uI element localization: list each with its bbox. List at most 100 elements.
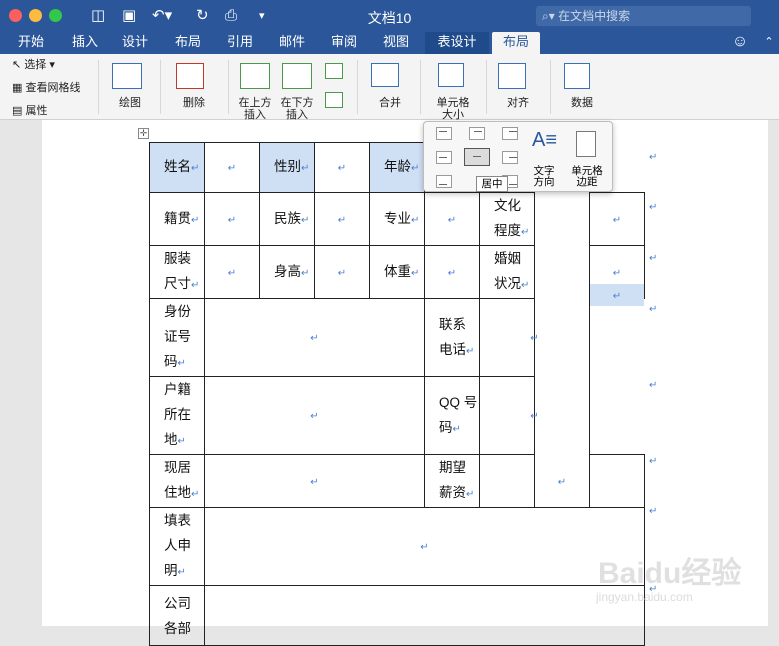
cell-size-icon[interactable] xyxy=(438,63,464,87)
text-direction-icon[interactable]: A≡ xyxy=(532,130,557,150)
native-value-cell[interactable]: ↵ xyxy=(204,192,260,246)
tab-view[interactable]: 视图 xyxy=(373,32,419,54)
hukou-value-cell[interactable]: ↵ xyxy=(204,376,425,455)
properties-button[interactable]: ▤ 属性 xyxy=(12,105,47,117)
age-label[interactable]: 年龄↵ xyxy=(369,142,425,193)
tab-table-design[interactable]: 表设计 xyxy=(425,32,489,54)
weight-label[interactable]: 体重↵ xyxy=(369,245,425,299)
applicant-label[interactable]: 填表人申明↵ xyxy=(149,507,205,586)
id-value-cell[interactable]: ↵ xyxy=(204,298,425,377)
row-end-mark: ↵ xyxy=(649,456,658,467)
delete-button[interactable]: 删除 xyxy=(172,97,216,109)
gender-value-cell[interactable]: ↵ xyxy=(314,142,370,193)
dept-value-cell[interactable] xyxy=(204,585,645,646)
insert-below-icon[interactable] xyxy=(282,63,312,89)
qq-label[interactable]: QQ 号码↵ xyxy=(424,376,480,455)
major-label[interactable]: 专业↵ xyxy=(369,192,425,246)
application-form-table: 姓名↵ ↵ 性别↵ ↵ 年龄↵ 籍贯↵ ↵ 民族↵ ↵ 专业↵ ↵ 文化程度↵ … xyxy=(149,142,645,646)
align-top-left-icon[interactable] xyxy=(436,127,452,140)
search-placeholder: 在文档中搜索 xyxy=(558,9,631,23)
education-value-cell[interactable]: ↵ xyxy=(589,192,645,246)
insert-right-icon[interactable] xyxy=(325,92,343,108)
collapse-ribbon-icon[interactable]: ⌃ xyxy=(762,32,776,54)
align-top-center-icon[interactable] xyxy=(469,127,485,140)
height-value-cell[interactable]: ↵ xyxy=(314,245,370,299)
row-end-mark: ↵ xyxy=(649,253,658,264)
draw-table-icon[interactable] xyxy=(112,63,142,89)
row-end-mark: ↵ xyxy=(649,380,658,391)
native-label[interactable]: 籍贯↵ xyxy=(149,192,205,246)
tab-mailings[interactable]: 邮件 xyxy=(269,32,315,54)
tab-references[interactable]: 引用 xyxy=(217,32,263,54)
align-center-icon[interactable] xyxy=(464,148,490,166)
delete-table-icon[interactable] xyxy=(176,63,204,89)
divider xyxy=(420,60,421,114)
phone-label[interactable]: 联系电话↵ xyxy=(424,298,480,377)
name-label[interactable]: 姓名↵ xyxy=(149,142,205,193)
education-label[interactable]: 文化程度↵ xyxy=(479,192,535,246)
cell-margins-icon[interactable] xyxy=(576,131,596,157)
selected-cell-highlight: ↵ xyxy=(590,284,644,306)
align-bottom-left-icon[interactable] xyxy=(436,175,452,188)
select-button[interactable]: ↖ 选择 ▾ xyxy=(12,59,55,71)
tab-home[interactable]: 开始 xyxy=(8,32,54,54)
draw-button[interactable]: 绘图 xyxy=(108,97,152,109)
watermark-url: jingyan.baidu.com xyxy=(596,590,693,604)
salary-label[interactable]: 期望薪资↵ xyxy=(424,454,480,508)
data-button[interactable]: 数据 xyxy=(560,97,604,109)
align-middle-right-icon[interactable] xyxy=(502,151,518,164)
salary-value-cell[interactable]: ↵ xyxy=(479,454,645,508)
watermark-logo: Baidu经验 xyxy=(598,557,742,590)
insert-left-icon[interactable] xyxy=(325,63,343,79)
divider xyxy=(160,60,161,114)
smiley-feedback-icon[interactable]: ☺ xyxy=(728,32,752,54)
text-direction-button[interactable]: 文字方向 xyxy=(529,166,559,188)
table-move-handle-icon[interactable]: ✛ xyxy=(138,128,149,139)
name-value-cell[interactable]: ↵ xyxy=(204,142,260,193)
hukou-label[interactable]: 户籍所在地↵ xyxy=(149,376,205,455)
search-input[interactable]: ⌕▾ 在文档中搜索 xyxy=(536,6,751,26)
qq-value-cell[interactable]: ↵ xyxy=(479,376,590,455)
row-end-mark: ↵ xyxy=(649,506,658,517)
left-gutter xyxy=(0,120,42,626)
insert-above-icon[interactable] xyxy=(240,63,270,89)
insert-below-button[interactable]: 在下方插入 xyxy=(276,97,318,121)
size-label[interactable]: 服装尺寸↵ xyxy=(149,245,205,299)
weight-value-cell[interactable]: ↵ xyxy=(424,245,480,299)
align-button[interactable]: 对齐 xyxy=(496,97,540,109)
ethnic-label[interactable]: 民族↵ xyxy=(259,192,315,246)
ethnic-value-cell[interactable]: ↵ xyxy=(314,192,370,246)
insert-above-button[interactable]: 在上方插入 xyxy=(234,97,276,121)
height-label[interactable]: 身高↵ xyxy=(259,245,315,299)
alignment-popup: 居中 A≡ 文字方向 单元格边距 xyxy=(423,121,613,192)
align-middle-left-icon[interactable] xyxy=(436,151,452,164)
data-icon[interactable] xyxy=(564,63,590,89)
tab-review[interactable]: 审阅 xyxy=(321,32,367,54)
major-value-cell[interactable]: ↵ xyxy=(424,192,480,246)
address-label[interactable]: 现居住地↵ xyxy=(149,454,205,508)
align-icon[interactable] xyxy=(498,63,526,89)
align-top-right-icon[interactable] xyxy=(502,127,518,140)
tab-layout[interactable]: 布局 xyxy=(165,32,211,54)
row-end-mark: ↵ xyxy=(649,202,658,213)
tab-table-layout[interactable]: 布局 xyxy=(492,32,540,54)
tab-design[interactable]: 设计 xyxy=(112,32,158,54)
gender-label[interactable]: 性别↵ xyxy=(259,142,315,193)
applicant-value-cell[interactable]: ↵ xyxy=(204,507,645,586)
view-gridlines-button[interactable]: ▦ 查看网格线 xyxy=(12,82,80,94)
gridlines-label: 查看网格线 xyxy=(25,82,81,94)
cell-margins-button[interactable]: 单元格边距 xyxy=(567,166,607,188)
divider xyxy=(550,60,551,114)
dept-label[interactable]: 公司各部 xyxy=(149,585,205,646)
marital-label[interactable]: 婚姻状况↵ xyxy=(479,245,535,299)
merge-button[interactable]: 合并 xyxy=(368,97,412,109)
cell-size-button[interactable]: 单元格大小 xyxy=(432,97,474,121)
ribbon-tab-bar: 开始 插入 设计 布局 引用 邮件 审阅 视图 表设计 布局 ☺ ⌃ xyxy=(0,32,779,54)
tab-insert[interactable]: 插入 xyxy=(62,32,108,54)
merge-icon[interactable] xyxy=(371,63,399,87)
size-value-cell[interactable]: ↵ xyxy=(204,245,260,299)
divider xyxy=(486,60,487,114)
id-label[interactable]: 身份证号码↵ xyxy=(149,298,205,377)
phone-value-cell[interactable]: ↵ xyxy=(479,298,590,377)
address-value-cell[interactable]: ↵ xyxy=(204,454,425,508)
